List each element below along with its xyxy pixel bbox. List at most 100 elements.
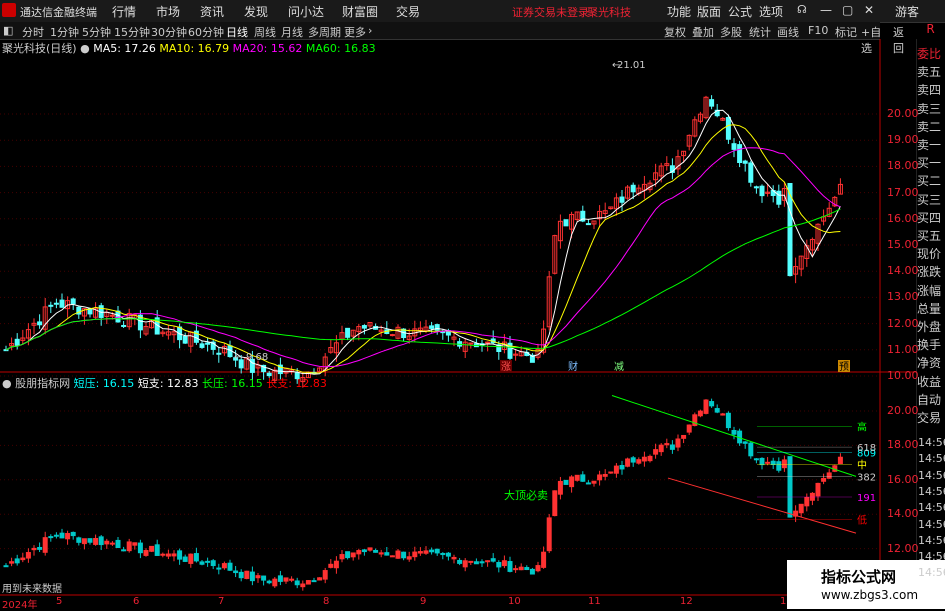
side-panel-item[interactable]: 卖三 bbox=[917, 100, 945, 117]
menu-layout[interactable]: 版面 bbox=[697, 3, 721, 20]
indicator-candle bbox=[574, 474, 580, 481]
menu-formula[interactable]: 公式 bbox=[728, 3, 752, 20]
indicator-candle bbox=[311, 580, 317, 583]
period-60min[interactable]: 60分钟 bbox=[188, 24, 224, 40]
price-tick: 19.00 bbox=[887, 133, 919, 147]
stock-name: 聚光科技 bbox=[587, 6, 631, 19]
menu-quotes[interactable]: 行情 bbox=[112, 3, 136, 20]
close-icon[interactable]: ✕ bbox=[864, 3, 874, 17]
side-panel-item[interactable]: 买四 bbox=[917, 209, 945, 226]
menu-options[interactable]: 选项 bbox=[759, 3, 783, 20]
side-panel-item[interactable]: 买二 bbox=[917, 172, 945, 189]
side-panel-item[interactable]: 委比 bbox=[917, 45, 945, 62]
candle bbox=[563, 219, 569, 227]
side-panel-item[interactable]: 涨跌 bbox=[917, 263, 945, 280]
side-panel-item[interactable]: 换手 bbox=[917, 336, 945, 353]
btn-overlay[interactable]: 叠加 bbox=[692, 24, 714, 40]
indicator-candle bbox=[193, 553, 199, 562]
side-panel-item[interactable]: 卖二 bbox=[917, 118, 945, 135]
period-5min[interactable]: 5分钟 bbox=[82, 24, 111, 40]
r-badge: R bbox=[926, 22, 935, 36]
candle bbox=[109, 314, 115, 317]
side-panel-item[interactable]: 净资 bbox=[917, 354, 945, 371]
period-monthly[interactable]: 月线 bbox=[281, 24, 303, 40]
menu-bar: 通达信金融终端 行情 市场 资讯 发现 问小达 财富圈 交易 证券交易未登录 聚… bbox=[0, 0, 945, 23]
minimize-icon[interactable]: — bbox=[820, 3, 832, 17]
btn-draw[interactable]: 画线 bbox=[777, 24, 799, 40]
period-more[interactable]: 更多 bbox=[344, 24, 366, 40]
indicator-candle bbox=[826, 472, 832, 479]
trade-time: 14:56 bbox=[918, 533, 945, 547]
guest-label[interactable]: 游客 bbox=[895, 3, 919, 20]
btn-f10[interactable]: F10 bbox=[808, 24, 828, 37]
price-tick: 20.00 bbox=[887, 107, 919, 120]
period-tick[interactable]: 分时 bbox=[22, 24, 44, 40]
candle bbox=[725, 116, 731, 140]
indicator-candle bbox=[636, 459, 642, 464]
watermark-title: 指标公式网 bbox=[821, 568, 897, 586]
marker-limit-up[interactable]: 涨 bbox=[501, 361, 511, 373]
indicator-candle bbox=[345, 551, 351, 559]
side-panel-item[interactable]: 交易 bbox=[917, 409, 945, 426]
indicator-candle bbox=[681, 434, 687, 439]
menu-wealth[interactable]: 财富圈 bbox=[342, 3, 378, 20]
trade-time: 14:56 bbox=[918, 468, 945, 482]
side-panel-item[interactable]: 卖五 bbox=[917, 63, 945, 80]
fib-level-label: 618 bbox=[857, 443, 876, 454]
side-panel-item[interactable]: 买三 bbox=[917, 191, 945, 208]
period-daily[interactable]: 日线 bbox=[226, 24, 248, 40]
period-weekly[interactable]: 周线 bbox=[254, 24, 276, 40]
svg-text:←: ← bbox=[234, 352, 242, 363]
chevron-right-icon[interactable]: › bbox=[368, 24, 372, 37]
indicator-candle bbox=[31, 547, 37, 551]
indicator-candle bbox=[787, 456, 793, 518]
side-panel-item[interactable]: 总量 bbox=[917, 300, 945, 317]
login-status[interactable]: 证券交易未登录 bbox=[512, 4, 589, 20]
candle bbox=[585, 223, 591, 226]
btn-adjust[interactable]: 复权 bbox=[664, 24, 686, 40]
indicator-candle bbox=[496, 562, 502, 568]
side-panel-item[interactable]: 现价 bbox=[917, 245, 945, 262]
app-title: 通达信金融终端 bbox=[20, 6, 97, 19]
price-tick: 17.00 bbox=[887, 185, 919, 199]
indicator-tick: 16.00 bbox=[887, 472, 919, 486]
side-panel-item[interactable]: 买一 bbox=[917, 154, 945, 171]
trade-time: 14:56 bbox=[918, 550, 945, 564]
marker-finance[interactable]: 财 bbox=[568, 360, 578, 373]
indicator-candle bbox=[261, 575, 267, 581]
side-panel-item[interactable]: 收益 bbox=[917, 373, 945, 390]
kline-chart[interactable]: 21.01 ← 9.68 ← 涨 财 减 预 大顶必卖 用到未来数据 高8096… bbox=[0, 39, 916, 609]
side-panel-item[interactable]: 卖一 bbox=[917, 136, 945, 153]
indicator-candle bbox=[59, 532, 65, 539]
menu-news[interactable]: 资讯 bbox=[200, 3, 224, 20]
btn-stats[interactable]: 统计 bbox=[749, 24, 771, 40]
menu-market[interactable]: 市场 bbox=[156, 3, 180, 20]
period-1min[interactable]: 1分钟 bbox=[50, 24, 79, 40]
restore-icon[interactable]: ▢ bbox=[842, 3, 853, 17]
side-panel-item[interactable]: 买五 bbox=[917, 227, 945, 244]
toggle-icon[interactable]: ◧ bbox=[3, 24, 13, 37]
period-30min[interactable]: 30分钟 bbox=[151, 24, 187, 40]
side-panel-item[interactable]: 自动 bbox=[917, 391, 945, 408]
menu-trade[interactable]: 交易 bbox=[396, 3, 420, 20]
menu-discover[interactable]: 发现 bbox=[244, 3, 268, 20]
period-multi[interactable]: 多周期 bbox=[308, 24, 341, 40]
indicator-candle bbox=[742, 441, 748, 444]
candle bbox=[737, 144, 743, 163]
side-panel-item[interactable]: 外盘 bbox=[917, 318, 945, 335]
indicator-candle bbox=[154, 544, 160, 556]
btn-mark[interactable]: 标记 bbox=[835, 24, 857, 40]
support-trendline bbox=[667, 477, 857, 534]
indicator-candle bbox=[457, 559, 463, 564]
menu-ask[interactable]: 问小达 bbox=[288, 3, 324, 20]
indicator-candle bbox=[608, 471, 614, 474]
headset-icon[interactable]: ☊ bbox=[797, 3, 807, 16]
period-15min[interactable]: 15分钟 bbox=[114, 24, 150, 40]
side-panel-item[interactable]: 涨幅 bbox=[917, 282, 945, 299]
marker-reduce[interactable]: 减 bbox=[614, 361, 624, 373]
menu-function[interactable]: 功能 bbox=[667, 3, 691, 20]
side-panel-item[interactable]: 卖四 bbox=[917, 81, 945, 98]
indicator-candle bbox=[25, 552, 31, 559]
btn-multi-stock[interactable]: 多股 bbox=[720, 24, 742, 40]
marker-forecast[interactable]: 预 bbox=[839, 361, 849, 373]
